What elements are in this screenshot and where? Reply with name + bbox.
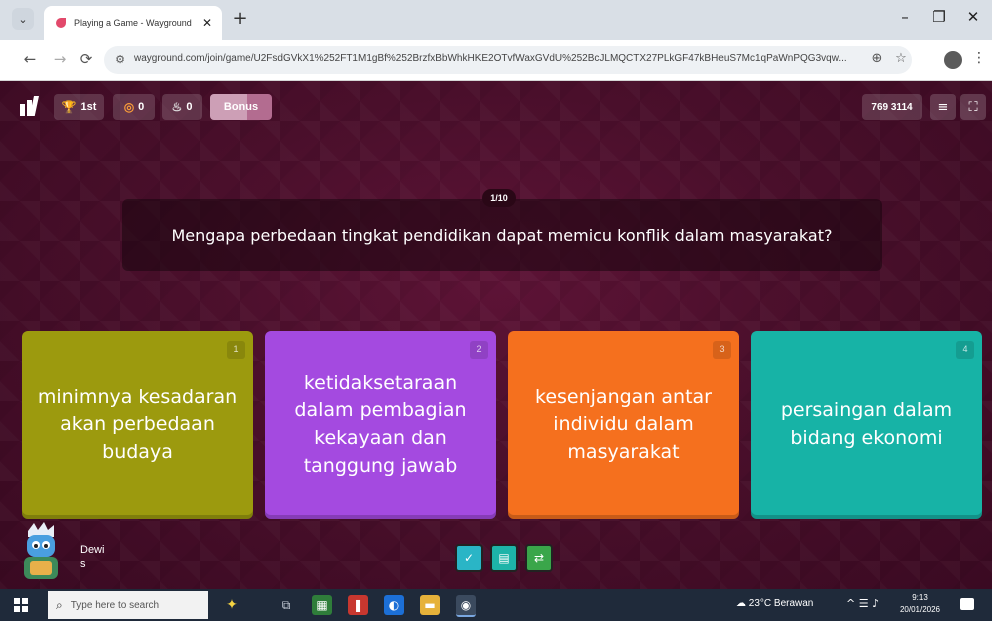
option-number: 2 <box>470 341 488 359</box>
volume-icon: ♪ <box>872 597 880 610</box>
player-name-line-1: Dewi <box>80 544 105 556</box>
score-count: 0 <box>186 101 193 113</box>
power-up-1[interactable]: ✓ <box>455 544 483 572</box>
task-view-icon[interactable]: ⧉ <box>276 595 296 615</box>
flame-icon: ♨ <box>171 100 183 114</box>
option-text: kesenjangan antar individu dalam masyara… <box>535 385 712 463</box>
question-counter: 1/10 <box>482 189 516 207</box>
fullscreen-icon[interactable]: ⛶ <box>960 94 986 120</box>
tray-chevron-icon: ^ <box>846 597 856 610</box>
new-tab-button[interactable]: + <box>230 10 250 30</box>
clock-time: 9:13 <box>912 593 928 602</box>
question-card: Mengapa perbedaan tingkat pendidikan dap… <box>122 199 882 271</box>
question-text: Mengapa perbedaan tingkat pendidikan dap… <box>171 225 833 245</box>
wayground-favicon-icon <box>56 18 66 28</box>
tab-search-chevron-icon[interactable]: ⌄ <box>12 8 34 30</box>
answer-option-3[interactable]: 3 kesenjangan antar individu dalam masya… <box>508 331 739 519</box>
trophy-icon: 🏆 <box>61 100 77 114</box>
wayground-logo-icon <box>20 96 39 116</box>
notification-center-icon[interactable] <box>960 598 974 610</box>
tab-title: Playing a Game - Wayground <box>74 18 192 28</box>
game-area: 🏆 1st ◎ 0 ♨ 0 Bonus 769 3114 ≡ ⛶ Mengapa… <box>0 81 992 589</box>
window-close-button[interactable]: ✕ <box>958 8 988 26</box>
profile-avatar-icon[interactable] <box>944 51 962 69</box>
menu-hamburger-icon[interactable]: ≡ <box>930 94 956 120</box>
power-up-3-icon: ⇄ <box>533 551 545 565</box>
answer-option-2[interactable]: 2 ketidaksetaraan dalam pembagian kekaya… <box>265 331 496 519</box>
file-explorer-icon[interactable]: ▬ <box>420 595 440 615</box>
weather-icon: ☁ <box>736 598 746 609</box>
streak-badge: ◎ 0 <box>113 94 155 120</box>
translate-icon[interactable]: ⊕ <box>868 51 886 66</box>
bonus-meter: Bonus <box>210 94 272 120</box>
clock-date: 20/01/2026 <box>899 605 941 614</box>
browser-tab-active[interactable]: Playing a Game - Wayground ✕ <box>44 6 222 40</box>
power-up-3[interactable]: ⇄ <box>525 544 553 572</box>
answer-option-4[interactable]: 4 persaingan dalam bidang ekonomi <box>751 331 982 519</box>
option-number: 3 <box>713 341 731 359</box>
answer-option-1[interactable]: 1 minimnya kesadaran akan perbedaan buda… <box>22 331 253 519</box>
browser-tab-bar: ⌄ Playing a Game - Wayground ✕ + – ❐ ✕ <box>0 0 992 40</box>
player-name: Dewi s <box>80 543 120 571</box>
browser-menu-icon[interactable]: ⋮ <box>972 50 986 66</box>
browser-toolbar: ← → ⟳ ⚙ wayground.com/join/game/U2FsdGVk… <box>0 40 992 81</box>
search-highlight-icon[interactable]: ✦ <box>222 595 242 615</box>
system-tray[interactable]: ^ ☰ ♪ <box>846 597 879 610</box>
option-number: 4 <box>956 341 974 359</box>
address-bar[interactable]: ⚙ wayground.com/join/game/U2FsdGVkX1%252… <box>104 46 912 74</box>
rank-label: 1st <box>80 101 97 113</box>
bookmark-star-icon[interactable]: ☆ <box>892 51 910 66</box>
window-minimize-button[interactable]: – <box>890 8 920 26</box>
player-name-line-2: s <box>80 558 86 570</box>
game-code-badge: 769 3114 <box>862 94 922 120</box>
spreadsheet-app-icon[interactable]: ▦ <box>312 595 332 615</box>
windows-taskbar: ⌕ Type here to search ✦ ⧉ ▦ ❚ ◐ ▬ ◉ ☁ 23… <box>0 589 992 621</box>
option-text: persaingan dalam bidang ekonomi <box>780 399 953 449</box>
weather-widget[interactable]: ☁ 23°C Berawan <box>736 598 813 609</box>
streak-icon: ◎ <box>123 100 135 114</box>
game-top-bar: 🏆 1st ◎ 0 ♨ 0 Bonus 769 3114 ≡ ⛶ <box>0 81 992 137</box>
option-text: minimnya kesadaran akan perbedaan budaya <box>37 385 238 463</box>
option-number: 1 <box>227 341 245 359</box>
game-code: 769 3114 <box>871 101 913 113</box>
network-icon: ☰ <box>858 597 869 610</box>
site-info-icon[interactable]: ⚙ <box>112 52 128 68</box>
forward-button[interactable]: → <box>50 50 70 68</box>
option-text: ketidaksetaraan dalam pembagian kekayaan… <box>294 371 467 477</box>
taskbar-search-placeholder: Type here to search <box>70 599 160 611</box>
url-text[interactable]: wayground.com/join/game/U2FsdGVkX1%252FT… <box>134 53 854 64</box>
weather-text: 23°C Berawan <box>748 598 814 609</box>
power-up-1-icon: ✓ <box>463 551 475 565</box>
streak-count: 0 <box>138 101 145 113</box>
back-button[interactable]: ← <box>20 50 40 68</box>
tab-close-icon[interactable]: ✕ <box>202 16 212 30</box>
taskbar-search-input[interactable]: ⌕ Type here to search <box>48 591 208 619</box>
reload-button[interactable]: ⟳ <box>76 50 96 68</box>
windows-start-icon[interactable] <box>14 598 28 612</box>
edge-browser-icon[interactable]: ◐ <box>384 595 404 615</box>
search-icon: ⌕ <box>56 597 63 612</box>
bonus-label: Bonus <box>223 101 259 113</box>
power-up-2-icon: ▤ <box>498 551 510 565</box>
office-app-icon[interactable]: ❚ <box>348 595 368 615</box>
power-up-2[interactable]: ▤ <box>490 544 518 572</box>
rank-badge: 🏆 1st <box>54 94 104 120</box>
window-restore-button[interactable]: ❐ <box>924 8 954 26</box>
score-badge: ♨ 0 <box>162 94 202 120</box>
chrome-browser-icon[interactable]: ◉ <box>456 595 476 617</box>
taskbar-clock[interactable]: 9:13 20/01/2026 <box>898 592 942 616</box>
player-avatar <box>24 522 58 579</box>
